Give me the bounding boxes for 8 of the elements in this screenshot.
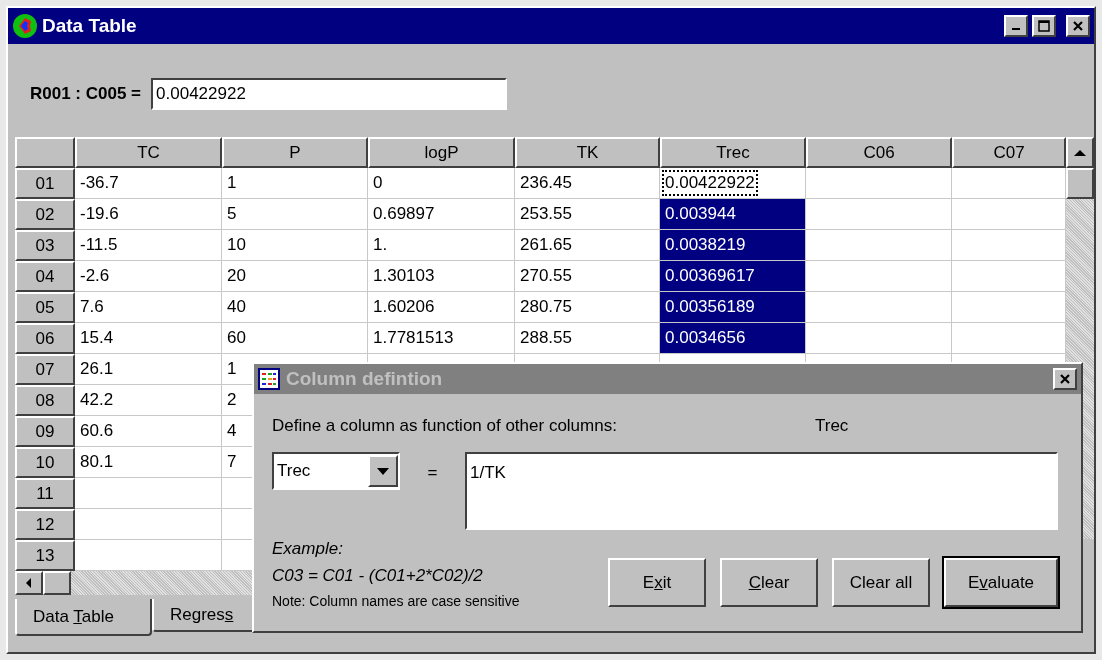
example-label: Example:: [272, 538, 344, 560]
current-column-label: Trec: [815, 415, 849, 438]
equals-sign: =: [426, 462, 439, 484]
example-formula: C03 = C01 - (C01+2*C02)/2: [272, 565, 484, 587]
dialog-prompt: Define a column as function of other columns:: [272, 415, 618, 438]
dialog-title: Column defintion: [286, 366, 443, 391]
cell-reference-label: R001 : C005 =: [30, 83, 142, 106]
window-title: Data Table: [42, 13, 138, 38]
